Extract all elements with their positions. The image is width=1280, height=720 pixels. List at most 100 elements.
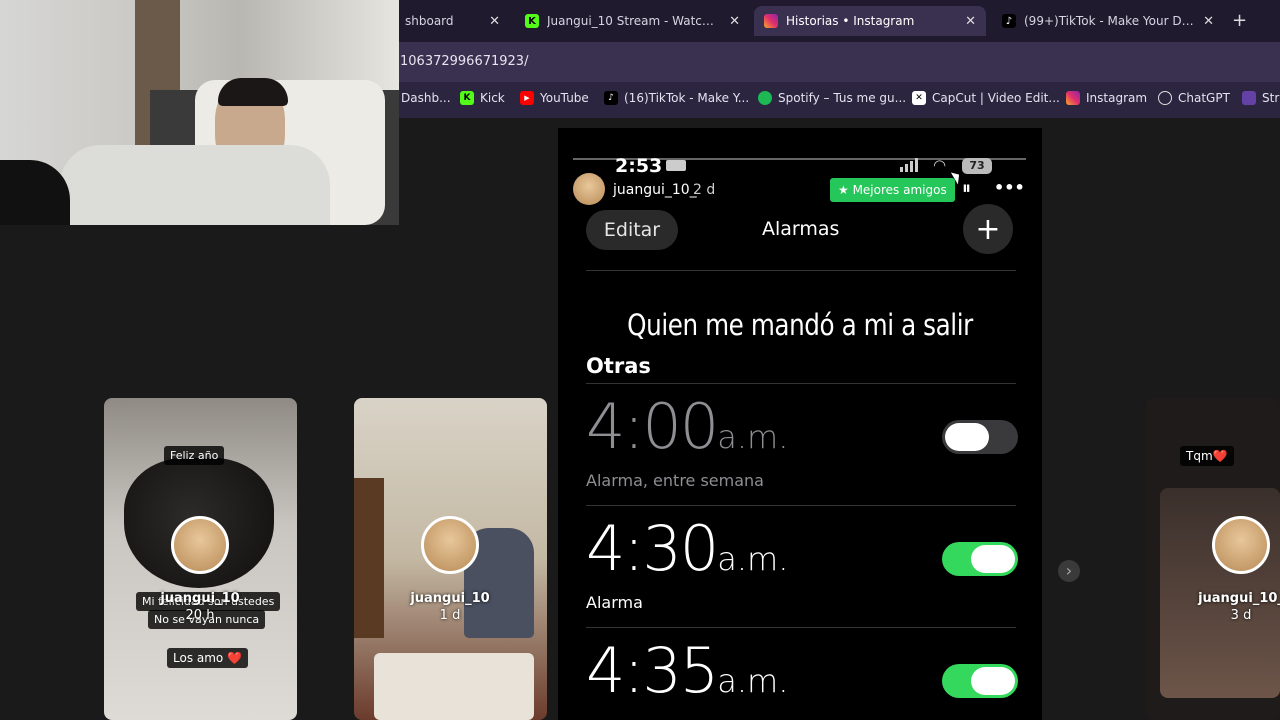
alarm-ampm: a.m. (717, 662, 789, 700)
alarm-time-value: 4:00 (586, 390, 719, 463)
shadow-photo (0, 160, 70, 225)
story-caption: Quien me mandó a mi a salir (627, 308, 973, 342)
story-username[interactable]: juangui_10_ (613, 182, 697, 198)
toggle-knob (971, 545, 1015, 573)
avatar[interactable] (573, 173, 605, 205)
bookmark-kick[interactable]: K Kick (460, 91, 505, 105)
active-story[interactable]: 2:53 ◠ 73 juangui_10_ 2 d ★ Mejores amig… (558, 128, 1042, 720)
bed-icon (666, 160, 686, 171)
youtube-icon: ▶ (520, 91, 534, 105)
next-story-button[interactable]: › (1058, 560, 1080, 582)
tab-tiktok[interactable]: ♪ (99+)TikTok - Make Your Day ✕ (992, 6, 1224, 36)
kick-icon: K (460, 91, 474, 105)
bookmark-label: CapCut | Video Edit... (932, 91, 1060, 105)
toggle-knob (945, 423, 989, 451)
card-username: juangui_10_ (1198, 591, 1280, 606)
divider (586, 270, 1016, 271)
wifi-icon: ◠ (933, 156, 947, 174)
alarm-toggle[interactable] (942, 664, 1018, 698)
story-preview-card[interactable]: Tqm❤️ juangui_10_ 3 d (1146, 398, 1280, 720)
tab-title: (99+)TikTok - Make Your Day (1024, 14, 1196, 28)
bookmark-spotify[interactable]: Spotify – Tus me gu... (758, 91, 906, 105)
chatgpt-icon (1158, 91, 1172, 105)
webcam-overlay (0, 0, 399, 225)
close-friends-badge: ★ Mejores amigos (830, 178, 955, 202)
tiktok-icon: ♪ (1002, 14, 1016, 28)
sticker: Tqm❤️ (1180, 446, 1234, 466)
tab-title: Historias • Instagram (786, 14, 915, 28)
alarm-ampm: a.m. (717, 540, 789, 578)
battery-indicator: 73 (962, 158, 992, 174)
bookmark-dashboard[interactable]: Dashb... (401, 91, 451, 105)
bookmark-label: ChatGPT (1178, 91, 1230, 105)
story-preview-card[interactable]: juangui_10 1 d (354, 398, 547, 720)
toggle-knob (971, 667, 1015, 695)
story-preview-card[interactable]: Feliz año Mi felicidad son ustedes No se… (104, 398, 297, 720)
more-options-icon[interactable]: ••• (994, 178, 1025, 197)
status-time: 2:53 (615, 155, 663, 177)
bookmark-label: Spotify – Tus me gu... (778, 91, 907, 105)
alarm-time-value: 4:30 (586, 512, 719, 585)
add-alarm-button[interactable]: + (963, 204, 1013, 254)
bookmark-tiktok[interactable]: ♪ (16)TikTok - Make Y... (604, 91, 749, 105)
bookmark-label: Instagram (1086, 91, 1148, 105)
instagram-icon (1066, 91, 1080, 105)
capcut-icon: ✕ (912, 91, 926, 105)
card-time: 20 h (185, 608, 215, 623)
close-icon[interactable]: ✕ (489, 14, 500, 29)
sticker: Feliz año (164, 446, 225, 465)
avatar (171, 516, 229, 574)
card-time: 3 d (1230, 608, 1252, 623)
tab-dashboard[interactable]: shboard ✕ (395, 6, 510, 36)
bookmark-capcut[interactable]: ✕ CapCut | Video Edit... (912, 91, 1060, 105)
hoodie-photo (60, 145, 330, 225)
bookmark-chatgpt[interactable]: ChatGPT (1158, 91, 1230, 105)
bookmark-label: (16)TikTok - Make Y... (624, 91, 750, 105)
alarm-label: Alarma, entre semana (586, 471, 764, 490)
tab-title: shboard (405, 14, 454, 28)
bookmark-icon (1242, 91, 1256, 105)
instagram-icon (764, 14, 778, 28)
card-username: juangui_10 (410, 591, 490, 606)
alarm-toggle[interactable] (942, 420, 1018, 454)
tab-instagram[interactable]: Historias • Instagram ✕ (754, 6, 986, 36)
spotify-icon (758, 91, 772, 105)
tab-kick-stream[interactable]: K Juangui_10 Stream - Watch Live ✕ (515, 6, 750, 36)
divider (586, 383, 1016, 384)
card-username: juangui_10 (160, 591, 240, 606)
bookmark-label: YouTube (540, 91, 589, 105)
bookmark-instagram[interactable]: Instagram (1066, 91, 1147, 105)
bookmark-label: Stri (1262, 91, 1280, 105)
alarm-label: Alarma (586, 593, 643, 612)
bookmark-youtube[interactable]: ▶ YouTube (520, 91, 589, 105)
alarm-time: 4:30a.m. (586, 512, 788, 585)
close-icon[interactable]: ✕ (1203, 14, 1214, 29)
close-icon[interactable]: ✕ (729, 14, 740, 29)
bookmark-stri[interactable]: Stri (1242, 91, 1280, 105)
tab-title: Juangui_10 Stream - Watch Live (547, 14, 722, 28)
alarm-time: 4:00a.m. (586, 390, 788, 463)
story-time: 2 d (693, 182, 716, 198)
table-photo (374, 653, 534, 720)
card-time: 1 d (439, 608, 461, 623)
url-text[interactable]: 106372996671923/ (400, 54, 528, 69)
sticker: Los amo ❤️ (167, 648, 249, 668)
avatar (1212, 516, 1270, 574)
alarm-toggle[interactable] (942, 542, 1018, 576)
bookmark-label: Dashb... (401, 91, 451, 105)
divider (586, 505, 1016, 506)
page-title: Alarmas (762, 218, 840, 240)
close-icon[interactable]: ✕ (965, 14, 976, 29)
alarm-ampm: a.m. (717, 418, 789, 456)
section-header: Otras (586, 354, 651, 378)
alarm-time: 4:35a.m. (586, 634, 788, 707)
divider (586, 627, 1016, 628)
signal-icon (900, 158, 918, 172)
kick-icon: K (525, 14, 539, 28)
hair-photo (218, 78, 288, 106)
edit-button[interactable]: Editar (586, 210, 678, 250)
tiktok-icon: ♪ (604, 91, 618, 105)
avatar (421, 516, 479, 574)
alarm-time-value: 4:35 (586, 634, 719, 707)
new-tab-button[interactable]: + (1232, 10, 1247, 31)
